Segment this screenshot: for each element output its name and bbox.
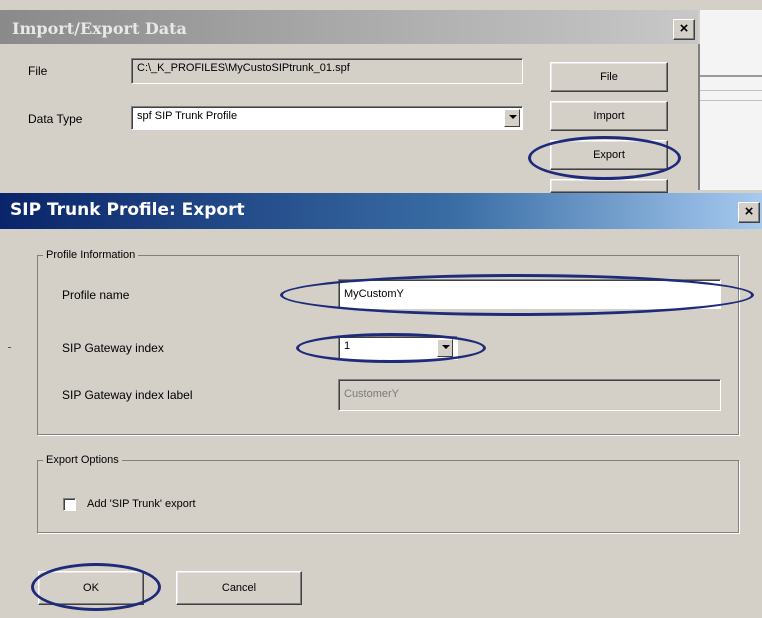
file-label: File xyxy=(28,64,48,78)
profile-name-input[interactable]: MyCustomY xyxy=(338,279,721,309)
cancel-button[interactable]: Cancel xyxy=(176,571,302,605)
divider xyxy=(8,347,11,348)
background-window xyxy=(700,10,762,190)
data-type-label: Data Type xyxy=(28,112,83,126)
export-button[interactable]: Export xyxy=(550,140,668,170)
import-export-title: Import/Export Data xyxy=(12,19,187,38)
file-button[interactable]: File xyxy=(550,62,668,92)
export-options-legend: Export Options xyxy=(43,454,122,466)
export-options-group xyxy=(37,460,739,533)
gateway-index-value: 1 xyxy=(344,340,351,352)
data-type-select[interactable]: spf SIP Trunk Profile xyxy=(131,106,523,130)
chevron-down-icon[interactable] xyxy=(437,339,453,357)
gateway-index-label-label: SIP Gateway index label xyxy=(62,388,193,402)
gateway-index-label-field[interactable]: CustomerY xyxy=(338,379,721,411)
gateway-index-select[interactable]: 1 xyxy=(338,336,458,360)
ok-button[interactable]: OK xyxy=(38,571,144,605)
profile-information-legend: Profile Information xyxy=(43,249,139,261)
import-export-close-button[interactable]: × xyxy=(673,19,695,40)
export-dialog-close-button[interactable]: × xyxy=(738,202,760,223)
export-dialog-title: SIP Trunk Profile: Export xyxy=(10,200,245,220)
gateway-index-label: SIP Gateway index xyxy=(62,341,164,355)
chevron-down-icon[interactable] xyxy=(504,109,520,127)
data-type-value: spf SIP Trunk Profile xyxy=(137,110,238,122)
import-button[interactable]: Import xyxy=(550,101,668,131)
extra-button[interactable] xyxy=(550,179,668,193)
file-path-field[interactable]: C:\_K_PROFILES\MyCustoSIPtrunk_01.spf xyxy=(131,58,523,84)
profile-name-label: Profile name xyxy=(62,288,130,302)
add-sip-trunk-label: Add 'SIP Trunk' export xyxy=(87,498,196,510)
add-sip-trunk-checkbox[interactable] xyxy=(63,498,76,511)
